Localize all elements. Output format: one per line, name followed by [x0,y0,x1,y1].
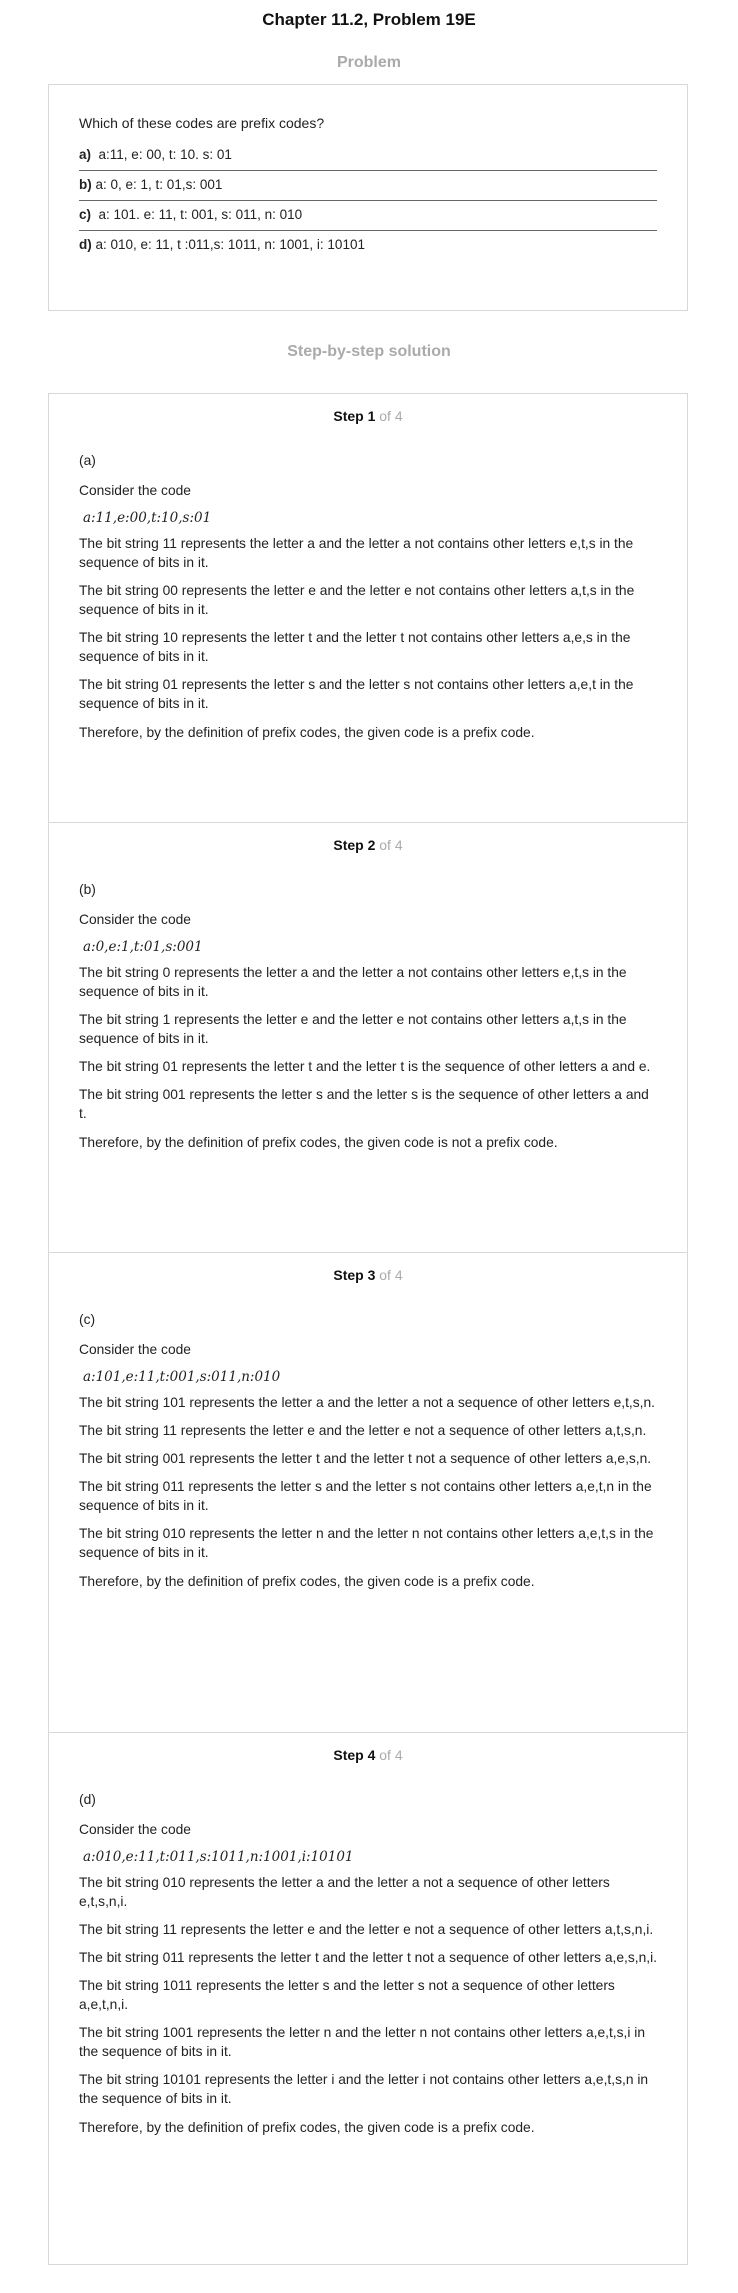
option-b: b) a: 0, e: 1, t: 01,s: 001 [79,171,657,201]
step-line: The bit string 01 represents the letter … [79,677,634,711]
step-intro: Consider the code [79,1822,191,1837]
step-conclusion: Therefore, by the definition of prefix c… [79,2120,535,2135]
step-4: Step 4 of 4 (d) Consider the code a:010,… [49,1733,687,2264]
code-formula: a:101,e:11,t:001,s:011,n:010 [83,1369,281,1385]
step-line: The bit string 101 represents the letter… [79,1395,655,1410]
step-header: Step 2 of 4 [333,837,403,853]
option-a: a) a:11, e: 00, t: 10. s: 01 [79,141,657,171]
step-line: The bit string 010 represents the letter… [79,1875,610,1909]
step-part: (b) [79,882,96,897]
step-line: The bit string 01 represents the letter … [79,1059,651,1074]
step-line: The bit string 1001 represents the lette… [79,2025,645,2059]
option-d: d) a: 010, e: 11, t :011,s: 1011, n: 100… [79,237,365,252]
problem-question: Which of these codes are prefix codes? [79,115,325,131]
step-line: The bit string 10 represents the letter … [79,630,631,664]
step-line: The bit string 011 represents the letter… [79,1950,658,1965]
step-header: Step 3 of 4 [333,1267,403,1283]
step-line: The bit string 001 represents the letter… [79,1451,652,1466]
step-intro: Consider the code [79,483,191,498]
step-line: The bit string 00 represents the letter … [79,583,635,617]
step-line: The bit string 1011 represents the lette… [79,1978,615,2012]
step-part: (a) [79,453,96,468]
problem-heading: Problem [336,54,401,71]
code-formula: a:0,e:1,t:01,s:001 [83,939,203,955]
step-header: Step 1 of 4 [333,408,403,424]
code-formula: a:11,e:00,t:10,s:01 [83,510,212,526]
step-line: The bit string 11 represents the letter … [79,1423,647,1438]
step-line: The bit string 11 represents the letter … [79,1922,654,1937]
step-intro: Consider the code [79,912,191,927]
step-1: Step 1 of 4 (a) Consider the code a:11,e… [49,394,687,823]
option-c: c) a: 101. e: 11, t: 001, s: 011, n: 010 [79,201,657,231]
step-line: The bit string 011 represents the letter… [79,1479,652,1513]
step-header: Step 4 of 4 [333,1747,403,1763]
step-conclusion: Therefore, by the definition of prefix c… [79,1135,558,1150]
step-part: (c) [79,1312,96,1327]
step-line: The bit string 0 represents the letter a… [79,965,627,999]
solution-box: Step 1 of 4 (a) Consider the code a:11,e… [48,393,688,2265]
step-2: Step 2 of 4 (b) Consider the code a:0,e:… [49,823,687,1253]
step-line: The bit string 001 represents the letter… [79,1087,649,1121]
step-3: Step 3 of 4 (c) Consider the code a:101,… [49,1253,687,1733]
step-intro: Consider the code [79,1342,191,1357]
step-conclusion: Therefore, by the definition of prefix c… [79,1574,535,1589]
solution-heading: Step-by-step solution [287,343,451,360]
step-line: The bit string 010 represents the letter… [79,1526,654,1560]
step-line: The bit string 1 represents the letter e… [79,1012,627,1046]
step-line: The bit string 10101 represents the lett… [79,2072,649,2106]
problem-box: Which of these codes are prefix codes? a… [48,84,688,311]
code-formula: a:010,e:11,t:011,s:1011,n:1001,i:10101 [83,1849,354,1865]
step-line: The bit string 11 represents the letter … [79,536,634,570]
step-conclusion: Therefore, by the definition of prefix c… [79,725,535,740]
page-title: Chapter 11.2, Problem 19E [262,10,476,29]
step-part: (d) [79,1792,96,1807]
